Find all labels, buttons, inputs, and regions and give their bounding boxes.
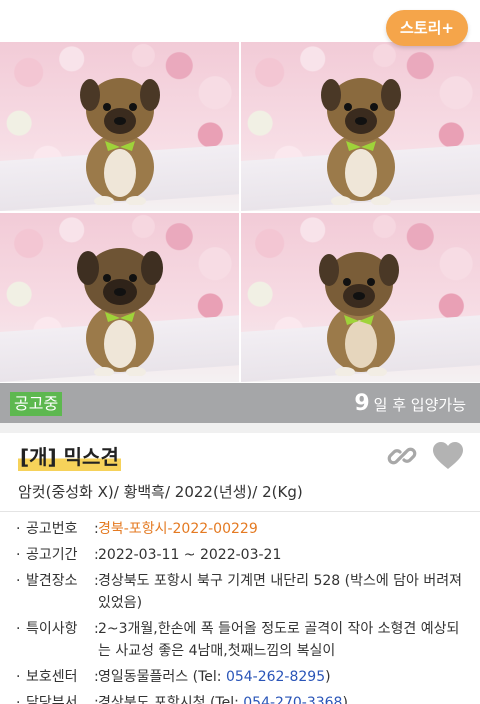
section-divider — [0, 423, 480, 433]
top-bar: 스토리+ — [0, 0, 480, 46]
bullet: · — [16, 695, 21, 704]
adopt-days: 9 — [354, 391, 370, 416]
heart-icon[interactable] — [432, 441, 464, 471]
puppy-illustration — [318, 252, 399, 376]
tel-prefix: (Tel: — [209, 695, 244, 704]
detail-colon: : — [94, 621, 99, 637]
detail-label: 공고번호 — [26, 521, 78, 537]
status-badge: 공고중 — [10, 392, 63, 416]
detail-label: 특이사항 — [26, 621, 78, 637]
notice-details: · 공고번호 : 경북-포항시-2022-00229 · 공고기간 : 2022… — [16, 518, 466, 704]
dept-name: 경상북도 포항시청 — [98, 695, 206, 704]
notice-period: 2022-03-11 ~ 2022-03-21 — [98, 547, 282, 563]
adoption-availability: 9일 후 입양가능 — [354, 391, 466, 418]
detail-label: 발견장소 — [26, 573, 78, 589]
bullet: · — [16, 521, 21, 537]
detail-colon: : — [94, 573, 99, 589]
bullet: · — [16, 547, 21, 563]
bullet: · — [16, 669, 21, 685]
dept-info: 경상북도 포항시청 (Tel: 054-270-3368) — [98, 692, 466, 704]
photo-gallery — [0, 42, 480, 382]
link-icon[interactable] — [386, 440, 418, 472]
puppy-photo-2[interactable] — [241, 42, 480, 211]
detail-colon: : — [94, 547, 99, 563]
detail-colon: : — [94, 669, 99, 685]
detail-row-notice-no: · 공고번호 : 경북-포항시-2022-00229 — [16, 518, 466, 540]
bullet: · — [16, 621, 21, 637]
shelter-phone-link[interactable]: 054-262-8295 — [226, 669, 325, 685]
detail-row-found-place: · 발견장소 : 경상북도 포항시 북구 기계면 내단리 528 (박스에 담아… — [16, 570, 466, 614]
detail-label: 공고기간 — [26, 547, 78, 563]
animal-summary: 암컷(중성화 X)/ 황백흑/ 2022(년생)/ 2(Kg) — [18, 483, 303, 501]
animal-title: [개] 믹스견 — [18, 443, 121, 471]
puppy-photo-4[interactable] — [241, 213, 480, 382]
adopt-suffix: 일 후 입양가능 — [373, 396, 466, 414]
shelter-info: 영일동물플러스 (Tel: 054-262-8295) — [98, 666, 466, 688]
tel-prefix: (Tel: — [192, 669, 226, 685]
detail-label: 담당부서 — [26, 695, 78, 704]
notice-number: 경북-포항시-2022-00229 — [98, 521, 258, 537]
detail-colon: : — [94, 521, 99, 537]
details-divider — [0, 511, 480, 512]
puppy-illustration — [79, 78, 160, 205]
adoption-status-bar: 공고중 9일 후 입양가능 — [0, 383, 480, 423]
puppy-photo-3[interactable] — [0, 213, 239, 382]
puppy-illustration — [320, 78, 401, 205]
puppy-photo-1[interactable] — [0, 42, 239, 211]
detail-colon: : — [94, 695, 99, 704]
animal-title-row: [개] 믹스견 — [18, 443, 121, 471]
dept-phone-link[interactable]: 054-270-3368 — [243, 695, 342, 704]
detail-row-features: · 특이사항 : 2~3개월,한손에 폭 들어올 정도로 골격이 작아 소형견 … — [16, 618, 466, 662]
detail-row-shelter: · 보호센터 : 영일동물플러스 (Tel: 054-262-8295) — [16, 666, 466, 688]
shelter-name: 영일동물플러스 — [98, 669, 189, 685]
story-plus-button[interactable]: 스토리+ — [386, 10, 468, 46]
puppy-illustration — [76, 248, 163, 376]
found-place: 경상북도 포항시 북구 기계면 내단리 528 (박스에 담아 버려져있었음) — [98, 573, 463, 611]
detail-label: 보호센터 — [26, 669, 78, 685]
tel-suffix: ) — [342, 695, 348, 704]
bullet: · — [16, 573, 21, 589]
special-notes: 2~3개월,한손에 폭 들어올 정도로 골격이 작아 소형견 예상되는 사교성 … — [98, 621, 460, 659]
detail-row-dept: · 담당부서 : 경상북도 포항시청 (Tel: 054-270-3368) — [16, 692, 466, 704]
tel-suffix: ) — [325, 669, 331, 685]
detail-row-period: · 공고기간 : 2022-03-11 ~ 2022-03-21 — [16, 544, 466, 566]
